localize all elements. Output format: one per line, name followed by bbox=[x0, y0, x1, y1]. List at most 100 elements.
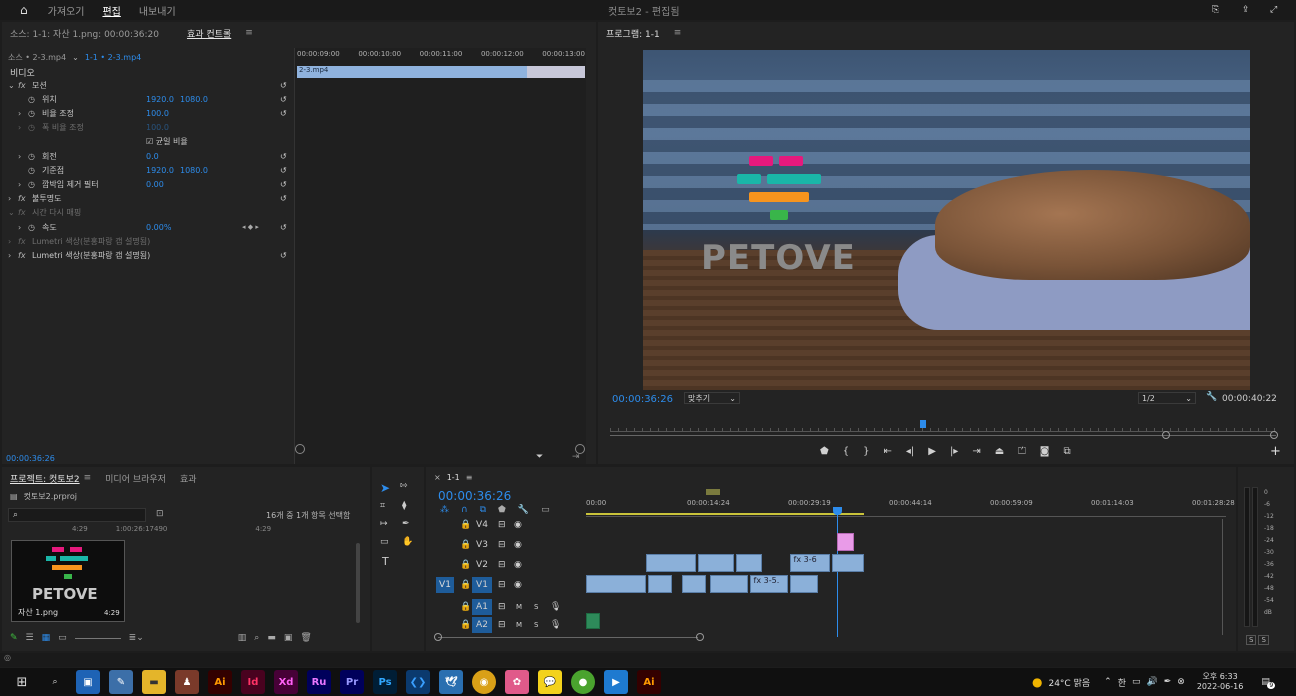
pen-tray-icon[interactable]: ✒ bbox=[1164, 677, 1172, 687]
bird-app-icon[interactable]: 🕊 bbox=[439, 670, 463, 694]
quick-export-icon[interactable]: ⎘ bbox=[1212, 5, 1219, 15]
network-icon[interactable]: ▭ bbox=[1132, 677, 1141, 687]
camera-icon[interactable]: ◙ bbox=[1040, 446, 1050, 457]
panel-menu-icon[interactable]: ≡ bbox=[84, 473, 92, 483]
sync-lock-icon[interactable]: ⊟ bbox=[498, 602, 506, 612]
sync-lock-icon[interactable]: ⊟ bbox=[498, 540, 506, 550]
ec-row[interactable]: ⌄ fx 시간 다시 매핑 bbox=[2, 206, 294, 220]
panel-menu-icon[interactable]: ≡ bbox=[245, 28, 253, 38]
track-name[interactable]: V3 bbox=[472, 537, 492, 553]
type-tool-icon[interactable]: T bbox=[382, 555, 389, 568]
chevron-down-icon[interactable]: ⌄ bbox=[72, 53, 79, 62]
task-view-icon[interactable]: ▣ bbox=[76, 670, 100, 694]
track-header[interactable]: 🔒 V3 ⊟ ◉ bbox=[426, 535, 584, 555]
timeline-vscroll[interactable] bbox=[1222, 519, 1223, 635]
track-header[interactable]: 🔒 V4 ⊟ ◉ bbox=[426, 515, 584, 535]
automate-icon[interactable]: ▥ bbox=[238, 633, 247, 643]
file-explorer-icon[interactable]: ▬ bbox=[142, 670, 166, 694]
tab-source[interactable]: 소스: 1-1: 자산 1.png: 00:00:36:20 bbox=[10, 27, 159, 40]
step-forward-icon[interactable]: |▸ bbox=[950, 446, 958, 457]
clip-v1[interactable] bbox=[586, 575, 646, 593]
zoom-handle-left[interactable] bbox=[1162, 431, 1170, 439]
clip-v1[interactable] bbox=[648, 575, 672, 593]
ec-clip-bar[interactable]: 2-3.mp4 bbox=[297, 66, 527, 78]
ec-row[interactable]: ◷ 기준점 1920.0 1080.0 ↺ bbox=[2, 163, 294, 177]
extract-icon[interactable]: ⏍ bbox=[1018, 446, 1026, 457]
new-bin-icon[interactable]: ⊡ bbox=[156, 509, 164, 519]
ec-row[interactable]: › ◷ 비율 조정 100.0 ↺ bbox=[2, 106, 294, 120]
selection-tool-icon[interactable]: ➤ bbox=[380, 481, 390, 495]
ec-row[interactable]: ⌄ fx 모션 ↺ bbox=[2, 78, 294, 92]
reset-icon[interactable]: ↺ bbox=[280, 95, 287, 104]
mark-in-icon[interactable]: { bbox=[843, 446, 849, 457]
expand-toggle[interactable]: › bbox=[8, 237, 11, 246]
ec-scroll-handle[interactable] bbox=[295, 444, 305, 454]
playhead-marker[interactable] bbox=[920, 420, 926, 428]
expand-toggle[interactable]: › bbox=[18, 152, 21, 161]
lock-icon[interactable]: 🔒 bbox=[460, 602, 471, 612]
expand-toggle[interactable]: › bbox=[8, 251, 11, 260]
pencil-icon[interactable]: ✎ bbox=[10, 633, 18, 643]
export-frame-icon[interactable]: ⇥ bbox=[572, 452, 580, 462]
ec-row[interactable]: › ◷ 회전 0.0 ↺ bbox=[2, 149, 294, 163]
expand-toggle[interactable]: › bbox=[18, 123, 21, 132]
clip-v1[interactable] bbox=[682, 575, 706, 593]
sequence-selector[interactable]: 1-1 • 2-3.mp4 bbox=[85, 53, 141, 62]
fx-icon[interactable]: fx bbox=[18, 194, 26, 203]
lock-icon[interactable]: 🔒 bbox=[460, 560, 471, 570]
id-app-icon[interactable]: Id bbox=[241, 670, 265, 694]
solo-button[interactable]: S bbox=[1258, 635, 1269, 645]
project-item-thumbnail[interactable]: PETOVE 자산 1.png 4:29 bbox=[11, 540, 125, 622]
video-frame[interactable]: PETOVE bbox=[643, 50, 1250, 390]
lock-icon[interactable]: 🔒 bbox=[460, 520, 471, 530]
new-bin-icon[interactable]: ▬ bbox=[267, 633, 276, 643]
ec-value[interactable]: 100.0 bbox=[146, 123, 169, 132]
step-back-icon[interactable]: ◂| bbox=[906, 446, 914, 457]
ec-row[interactable]: ☑ 균일 비율 bbox=[2, 135, 294, 149]
expand-toggle[interactable]: ⌄ bbox=[8, 208, 15, 217]
scroll-handle[interactable] bbox=[434, 633, 442, 641]
new-item-icon[interactable]: ▣ bbox=[284, 633, 293, 643]
kakaotalk-icon[interactable]: 💬 bbox=[538, 670, 562, 694]
reset-icon[interactable]: ↺ bbox=[280, 166, 287, 175]
track-header[interactable]: V1 🔒 V1 ⊟ ◉ bbox=[426, 575, 584, 595]
snap-icon[interactable]: ∩ bbox=[461, 505, 468, 515]
sort-icon[interactable]: ≣⌄ bbox=[129, 633, 144, 643]
tab-project[interactable]: 프로젝트: 컷토보2 bbox=[10, 472, 80, 485]
fx-icon[interactable]: fx bbox=[18, 237, 26, 246]
stopwatch-icon[interactable]: ◷ bbox=[28, 123, 35, 132]
wrench-icon[interactable]: 🔧 bbox=[1206, 392, 1217, 402]
xd-app-icon[interactable]: Xd bbox=[274, 670, 298, 694]
ec-value[interactable]: 100.0 bbox=[146, 109, 169, 118]
track-name[interactable]: V1 bbox=[472, 577, 492, 593]
zoom-slider[interactable] bbox=[74, 637, 121, 639]
tray-expand-icon[interactable]: ⌃ bbox=[1104, 677, 1112, 687]
track-header[interactable]: 🔒 V2 ⊟ ◉ bbox=[426, 555, 584, 575]
reset-icon[interactable]: ↺ bbox=[280, 81, 287, 90]
clip-v2[interactable] bbox=[646, 554, 696, 572]
app-figure-icon[interactable]: ♟ bbox=[175, 670, 199, 694]
in-out-marker[interactable] bbox=[706, 489, 720, 495]
ec-row[interactable]: › ◷ 폭 비율 조정 100.0 bbox=[2, 121, 294, 135]
weather-text[interactable]: 24°C 맑음 bbox=[1048, 676, 1090, 689]
clip-v2[interactable] bbox=[698, 554, 734, 572]
notepad-icon[interactable]: ✎ bbox=[109, 670, 133, 694]
onedrive-icon[interactable]: ⊗ bbox=[1177, 677, 1185, 687]
tab-effects[interactable]: 효과 bbox=[180, 472, 197, 485]
clip-a2[interactable] bbox=[586, 613, 600, 629]
lock-icon[interactable]: 🔒 bbox=[460, 620, 471, 630]
ec-value[interactable]: 0.0 bbox=[146, 152, 159, 161]
ec-value[interactable]: 1080.0 bbox=[180, 166, 208, 175]
slip-icon[interactable]: ↦ bbox=[380, 519, 388, 529]
stopwatch-icon[interactable]: ◷ bbox=[28, 180, 35, 189]
playhead-line[interactable] bbox=[837, 507, 838, 637]
clip-v1[interactable]: fx 3-5. bbox=[750, 575, 788, 593]
eye-icon[interactable]: ◉ bbox=[514, 520, 522, 530]
ec-timeline[interactable]: 00:00:09:00 00:00:10:00 00:00:11:00 00:0… bbox=[294, 48, 586, 464]
reset-icon[interactable]: ↺ bbox=[280, 109, 287, 118]
clock[interactable]: 오후 6:33 2022-06-16 bbox=[1197, 672, 1244, 692]
freeform-view-icon[interactable]: ▭ bbox=[58, 633, 67, 643]
icon-view-icon[interactable]: ▦ bbox=[42, 633, 51, 643]
expand-toggle[interactable]: › bbox=[18, 223, 21, 232]
solo-button[interactable]: S bbox=[534, 621, 538, 629]
